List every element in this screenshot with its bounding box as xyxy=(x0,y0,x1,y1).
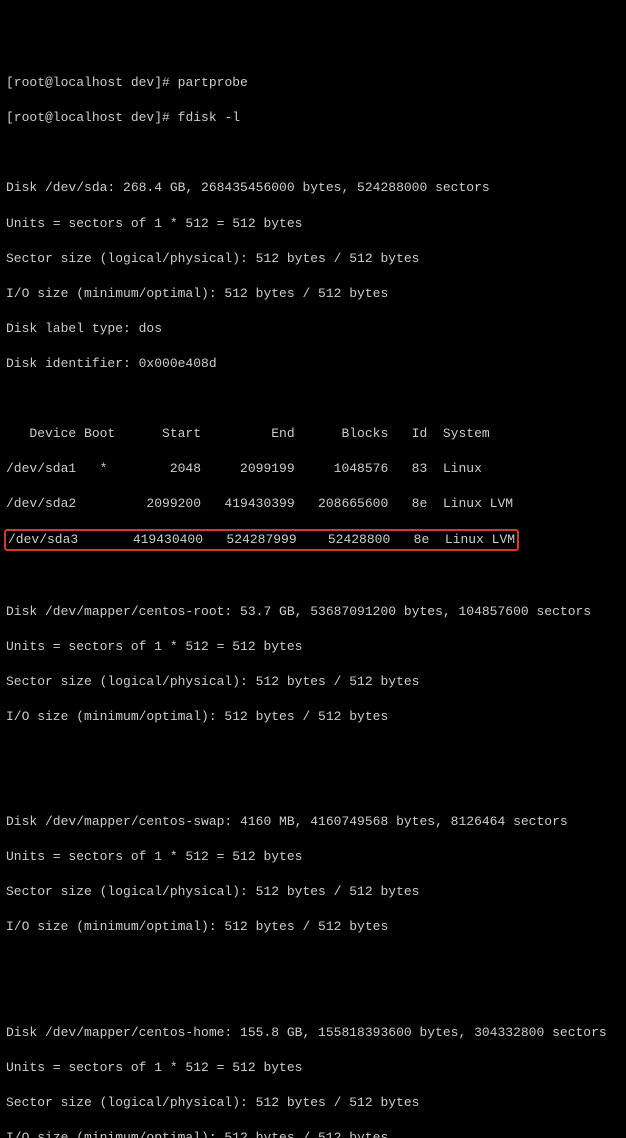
prompt-line-1: [root@localhost dev]# partprobe xyxy=(6,74,620,92)
command-text: partprobe xyxy=(178,75,248,90)
disk-sector-sda: Sector size (logical/physical): 512 byte… xyxy=(6,250,620,268)
blank-line xyxy=(6,778,620,796)
command-text: fdisk -l xyxy=(178,110,240,125)
disk-identifier-sda: Disk identifier: 0x000e408d xyxy=(6,355,620,373)
partition-row-sda3-highlight: /dev/sda3 419430400 524287999 52428800 8… xyxy=(4,529,519,551)
disk-header-sda: Disk /dev/sda: 268.4 GB, 268435456000 by… xyxy=(6,179,620,197)
partition-row-sda2: /dev/sda2 2099200 419430399 208665600 8e… xyxy=(6,495,620,513)
disk-io-home: I/O size (minimum/optimal): 512 bytes / … xyxy=(6,1129,620,1138)
disk-io-swap: I/O size (minimum/optimal): 512 bytes / … xyxy=(6,918,620,936)
disk-header-root: Disk /dev/mapper/centos-root: 53.7 GB, 5… xyxy=(6,603,620,621)
blank-line xyxy=(6,743,620,761)
blank-line xyxy=(6,390,620,408)
disk-io-sda: I/O size (minimum/optimal): 512 bytes / … xyxy=(6,285,620,303)
disk-sector-root: Sector size (logical/physical): 512 byte… xyxy=(6,673,620,691)
partition-row-sda1: /dev/sda1 * 2048 2099199 1048576 83 Linu… xyxy=(6,460,620,478)
disk-sector-swap: Sector size (logical/physical): 512 byte… xyxy=(6,883,620,901)
prompt-line-2: [root@localhost dev]# fdisk -l xyxy=(6,109,620,127)
prompt-prefix: [root@localhost dev]# xyxy=(6,110,178,125)
partition-table-header: Device Boot Start End Blocks Id System xyxy=(6,425,620,443)
blank-line xyxy=(6,954,620,972)
disk-header-swap: Disk /dev/mapper/centos-swap: 4160 MB, 4… xyxy=(6,813,620,831)
disk-io-root: I/O size (minimum/optimal): 512 bytes / … xyxy=(6,708,620,726)
disk-sector-home: Sector size (logical/physical): 512 byte… xyxy=(6,1094,620,1112)
blank-line xyxy=(6,989,620,1007)
disk-units-root: Units = sectors of 1 * 512 = 512 bytes xyxy=(6,638,620,656)
prompt-prefix: [root@localhost dev]# xyxy=(6,75,178,90)
disk-units-swap: Units = sectors of 1 * 512 = 512 bytes xyxy=(6,848,620,866)
partition-row-sda3: /dev/sda3 419430400 524287999 52428800 8… xyxy=(8,532,515,547)
disk-units-sda: Units = sectors of 1 * 512 = 512 bytes xyxy=(6,215,620,233)
blank-line xyxy=(6,144,620,162)
disk-units-home: Units = sectors of 1 * 512 = 512 bytes xyxy=(6,1059,620,1077)
blank-line xyxy=(6,568,620,586)
disk-header-home: Disk /dev/mapper/centos-home: 155.8 GB, … xyxy=(6,1024,620,1042)
disk-labeltype-sda: Disk label type: dos xyxy=(6,320,620,338)
